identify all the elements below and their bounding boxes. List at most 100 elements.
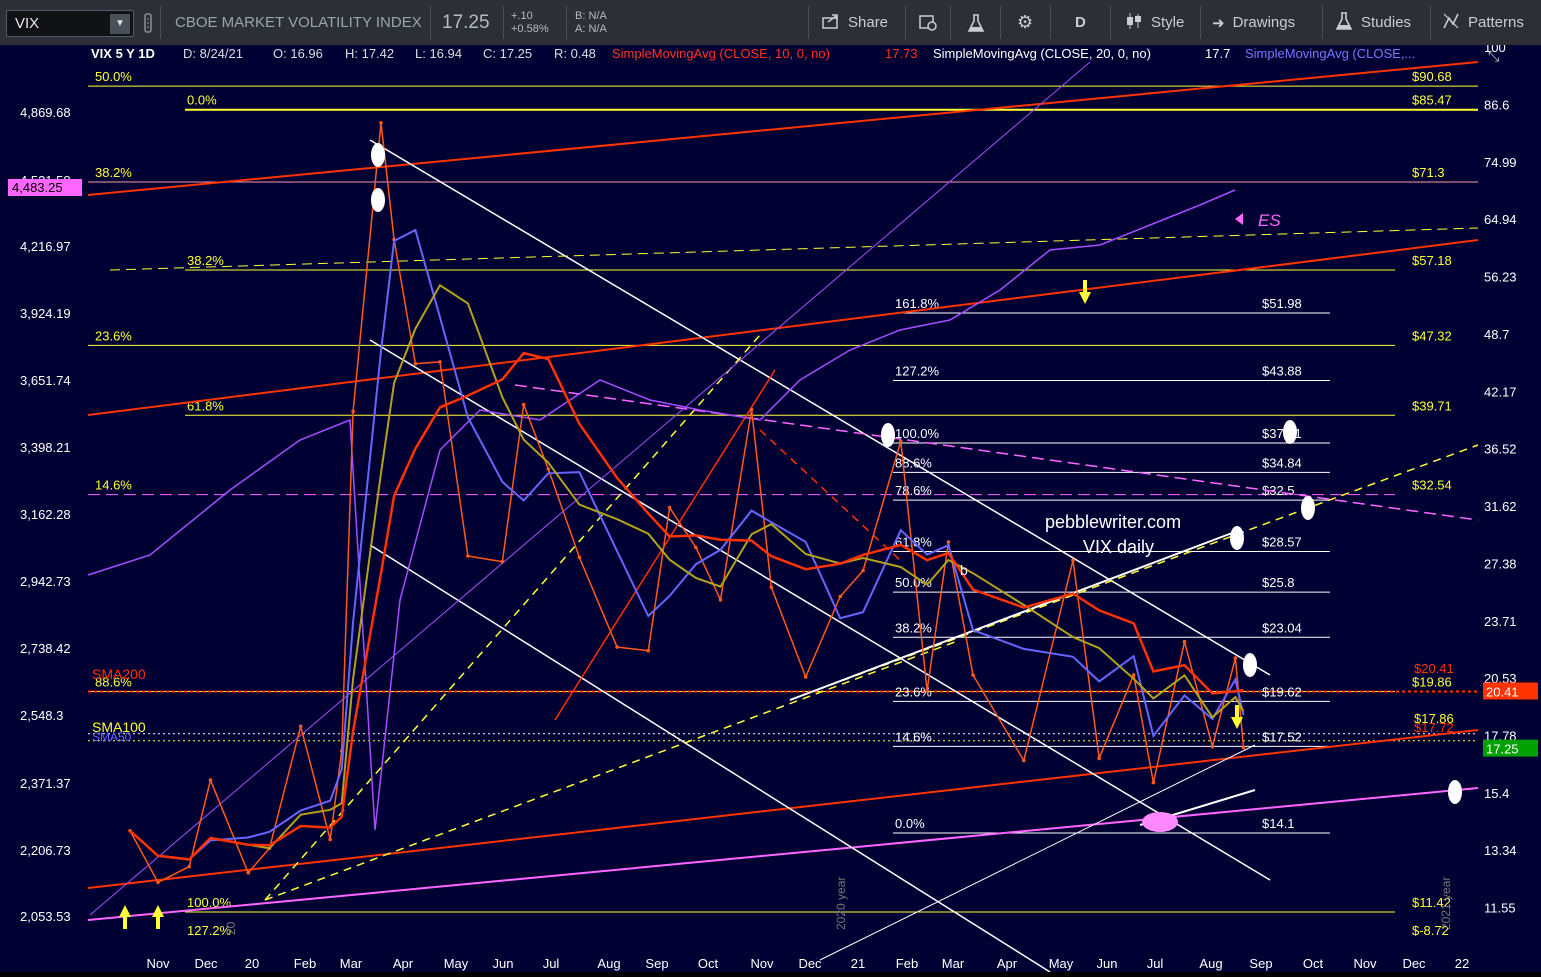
vix-data-point: [838, 594, 842, 599]
left-axis-tick-label: 2,942.73: [20, 574, 71, 589]
vix-series-line: [129, 122, 1245, 884]
vix-data-point: [438, 360, 442, 364]
x-axis-tick-label: Sep: [1249, 956, 1272, 971]
right-axis-bg: [1478, 62, 1541, 972]
right-axis-tick-label: 15.4: [1484, 786, 1509, 801]
vix-data-point: [328, 837, 333, 842]
year-2021-label: 2021 year: [1439, 877, 1453, 930]
x-axis-tick-label: Sep: [645, 956, 668, 971]
x-axis-tick-label: Jun: [1097, 956, 1118, 971]
x-axis-tick-label: 21: [851, 956, 865, 971]
fib-mid-price: $19.62: [1262, 684, 1302, 699]
arrow-marker-icon: [1079, 280, 1091, 304]
right-axis-tick-label: 31.62: [1484, 499, 1517, 514]
right-axis-tick-label: 48.7: [1484, 327, 1509, 342]
right-axis-tick-label: 27.38: [1484, 556, 1517, 571]
x-axis-tick-label: Mar: [942, 956, 965, 971]
fib-mid-percent: 14.6%: [895, 729, 932, 744]
fib-mid-price: $43.88: [1262, 363, 1302, 378]
fib-level-percent: 50.0%: [95, 69, 132, 84]
vix-data-point: [615, 645, 619, 649]
trend-line: [264, 639, 961, 901]
period-button[interactable]: D: [1075, 0, 1086, 45]
left-axis-tick-label: 4,216.97: [20, 239, 71, 254]
vix-data-point: [946, 540, 951, 544]
marker-oval: [1448, 780, 1462, 804]
right-axis-tick-label: 23.71: [1484, 614, 1517, 629]
vix-data-point: [971, 673, 975, 677]
x-axis-tick-label: Jul: [543, 956, 560, 971]
vix-data-point: [1151, 780, 1156, 785]
flask-icon[interactable]: [967, 0, 985, 45]
studies-label: Studies: [1361, 14, 1412, 31]
chevron-down-icon[interactable]: ▼: [110, 13, 130, 34]
left-axis-marker-label: 4,483.25: [12, 180, 63, 195]
x-axis-tick-label: Aug: [1199, 956, 1222, 971]
patterns-icon: [1442, 12, 1460, 34]
vix-data-point: [1210, 744, 1215, 749]
chart-canvas[interactable]: 10086.674.9964.9456.2348.742.1736.5231.6…: [0, 40, 1541, 973]
vix-data-point: [379, 121, 383, 125]
sma100-line: [129, 283, 1245, 861]
x-axis-tick-label: Nov: [146, 956, 170, 971]
header-date: D: 8/24/21: [183, 46, 243, 61]
trend-line: [819, 744, 1256, 961]
vix-data-point: [466, 554, 470, 558]
studies-button[interactable]: Studies: [1335, 0, 1411, 45]
trend-line: [554, 369, 776, 721]
left-axis-tick-label: 3,398.21: [20, 440, 71, 455]
es-arrow-icon: [1235, 213, 1243, 225]
flask-icon: [1335, 11, 1353, 35]
x-axis-tick-label: Oct: [1303, 956, 1324, 971]
vix-data-point: [413, 361, 418, 366]
vix-data-point: [298, 724, 303, 729]
vix-data-point: [694, 545, 698, 550]
patterns-label: Patterns: [1468, 14, 1524, 31]
vix-data-point: [351, 409, 355, 414]
vix-data-point: [577, 555, 582, 560]
x-axis-tick-label: Mar: [340, 956, 363, 971]
symbol-value: VIX: [15, 15, 40, 32]
trend-line: [789, 529, 1241, 701]
trend-line: [369, 139, 1271, 676]
right-axis-tick-label: 64.94: [1484, 212, 1517, 227]
header-range: R: 0.48: [554, 46, 596, 61]
last-price: 17.25: [442, 11, 490, 33]
marker-oval: [1230, 526, 1244, 550]
fib-mid-price: $17.52: [1262, 729, 1302, 744]
trend-line: [369, 339, 1271, 881]
style-label: Style: [1151, 14, 1185, 31]
x-axis-tick-label: Jun: [493, 956, 514, 971]
header-open: O: 16.96: [273, 46, 323, 61]
marker-oval: [371, 188, 385, 212]
low-marker-oval: [1142, 812, 1178, 832]
right-axis-tick-label: 56.23: [1484, 270, 1517, 285]
style-button[interactable]: Style: [1125, 0, 1184, 45]
vix-data-point: [749, 407, 754, 412]
symbol-input[interactable]: VIX ▼: [6, 10, 134, 37]
vix-data-point: [500, 559, 505, 564]
fib-mid-percent: 50.0%: [895, 575, 932, 590]
studies-gallery-icon[interactable]: [918, 0, 938, 45]
vix-data-point: [925, 688, 929, 693]
drawings-button[interactable]: ➜ Drawings: [1212, 0, 1295, 45]
sma20-label: SimpleMovingAvg (CLOSE, 20, 0, no): [933, 46, 1151, 61]
price-chart[interactable]: 100 86.6 74.99 64.94 56.23 48.7 42.17 36.52 31.6…: [0, 40, 1541, 973]
vix-data-point: [246, 871, 250, 875]
x-axis-tick-label: 20: [245, 956, 259, 971]
patterns-button[interactable]: Patterns: [1442, 0, 1524, 45]
collapse-icon[interactable]: ⤡: [1488, 48, 1499, 65]
x-axis-tick-label: Nov: [750, 956, 774, 971]
fib-mid-percent: 78.6%: [895, 483, 932, 498]
marker-oval: [371, 143, 385, 167]
grip-icon[interactable]: [142, 0, 154, 45]
x-axis-tick-label: Nov: [1353, 956, 1377, 971]
left-axis-tick-label: 3,162.28: [20, 507, 71, 522]
drawings-label: Drawings: [1232, 14, 1296, 31]
es-series-line: [87, 189, 1236, 831]
symbol-description: CBOE MARKET VOLATILITY INDEX: [175, 14, 422, 31]
gear-icon[interactable]: ⚙: [1017, 0, 1033, 45]
x-axis-tick-label: Dec: [194, 956, 218, 971]
x-axis-tick-label: Aug: [597, 956, 620, 971]
share-button[interactable]: Share: [822, 0, 888, 45]
